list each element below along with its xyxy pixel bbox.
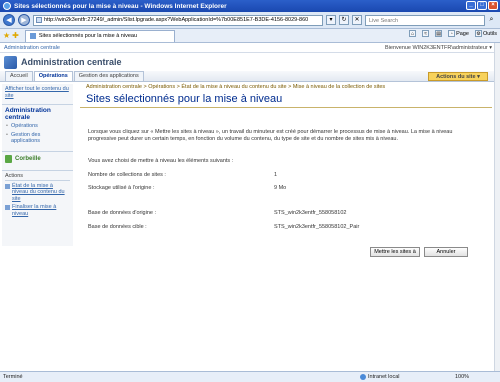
add-favorites-icon[interactable]: ✚ — [12, 31, 19, 40]
zoom-level[interactable]: 100% — [455, 374, 469, 380]
upgrade-sites-button[interactable]: Mettre les sites à — [370, 247, 420, 257]
status-text: Terminé — [3, 374, 23, 380]
recycle-bin-link[interactable]: Corbeille — [2, 150, 73, 166]
intranet-globe-icon — [360, 374, 366, 380]
address-url: http://win2k3entfr:27249/_admin/Slist.lp… — [43, 17, 309, 23]
print-icon: ▤ — [435, 30, 443, 37]
page-menu[interactable]: ▫ Page — [448, 30, 469, 37]
search-icon[interactable]: ⌕ — [486, 15, 497, 26]
refresh-icon[interactable]: ↻ — [339, 15, 349, 25]
action-finalize-upgrade[interactable]: Finaliser la mise à niveau — [5, 204, 70, 217]
action-upgrade-status[interactable]: État de la mise à niveau du contenu du s… — [5, 183, 70, 203]
action-finalize-upgrade-label: Finaliser la mise à niveau — [12, 204, 57, 217]
view-all-content-link[interactable]: Afficher tout le contenu du site — [2, 84, 73, 102]
tab-operations[interactable]: Opérations — [33, 71, 73, 81]
window-title-bar: Sites sélectionnés pour la mise à niveau… — [0, 0, 500, 12]
address-bar[interactable]: http://win2k3entfr:27249/_admin/Slist.lp… — [33, 14, 323, 26]
tab-favicon-icon — [29, 33, 36, 39]
chosen-items-label: Vous avez choisi de mettre à niveau les … — [88, 158, 234, 164]
field-value-target-database: STS_win2k3entfr_558058102_Pair — [274, 224, 360, 230]
minimize-button[interactable]: _ — [466, 1, 476, 10]
recycle-bin-icon — [5, 154, 12, 163]
actions-panel: Actions État de la mise à niveau du cont… — [2, 169, 73, 220]
search-input[interactable]: Live Search — [365, 14, 485, 26]
page-menu-icon: ▫ — [448, 30, 456, 37]
stop-icon[interactable]: ✕ — [352, 15, 362, 25]
forward-button[interactable]: ▶ — [18, 14, 30, 26]
field-value-site-collections: 1 — [274, 172, 278, 178]
sp-top-nav: Accueil Opérations Gestion des applicati… — [0, 71, 500, 82]
feeds-command[interactable]: ≈ — [422, 30, 430, 37]
tab-bar: ★ ✚ Sites sélectionnés pour la mise à ni… — [0, 29, 500, 43]
favorites-star-icon[interactable]: ★ — [3, 31, 10, 40]
tab-accueil[interactable]: Accueil — [5, 71, 33, 81]
action-upgrade-status-label: État de la mise à niveau du contenu du s… — [12, 182, 65, 202]
field-label-site-collections: Nombre de collections de sites : — [88, 172, 166, 178]
page-icon — [36, 17, 42, 23]
tools-menu-icon: ⚙ — [474, 30, 482, 37]
field-label-target-database: Base de données cible : — [88, 224, 147, 230]
site-actions-button[interactable]: Actions du site ▾ — [428, 72, 488, 81]
field-value-storage: 9 Mo — [274, 185, 287, 191]
left-navigation: Afficher tout le contenu du site Adminis… — [2, 84, 73, 246]
field-label-storage: Stockage utilisé à l'origine : — [88, 185, 155, 191]
recycle-bin-label: Corbeille — [15, 155, 41, 162]
security-zone[interactable]: Intranet local — [360, 374, 400, 380]
central-admin-logo-icon — [4, 55, 17, 69]
sp-global-bar: Administration centrale Bienvenue WIN2K3… — [0, 43, 500, 53]
security-zone-label: Intranet local — [368, 374, 400, 380]
maximize-button[interactable]: □ — [477, 1, 487, 10]
home-icon: ⌂ — [409, 30, 417, 37]
nav-section-title[interactable]: Administration centrale — [5, 107, 70, 121]
top-central-admin-link[interactable]: Administration centrale — [4, 45, 60, 51]
tools-menu-label: Outils — [482, 30, 497, 37]
title-divider — [80, 107, 492, 108]
print-command[interactable]: ▤ — [435, 30, 443, 37]
browser-tab[interactable]: Sites sélectionnés pour la mise à niveau — [24, 29, 175, 42]
breadcrumb[interactable]: Administration centrale > Opérations > É… — [86, 84, 491, 90]
status-bar: Terminé Intranet local 100% — [0, 371, 500, 382]
nav-link-operations[interactable]: Opérations — [5, 123, 70, 130]
tools-menu[interactable]: ⚙ Outils — [474, 30, 497, 37]
tab-label: Sites sélectionnés pour la mise à niveau — [38, 33, 138, 39]
address-toolbar: ◀ ▶ http://win2k3entfr:27249/_admin/Slis… — [0, 12, 500, 29]
welcome-menu[interactable]: Bienvenue WIN2K3ENTFR\administrateur ▾ — [385, 45, 492, 51]
field-label-source-database: Base de données d'origine : — [88, 210, 157, 216]
actions-title: Actions — [5, 173, 70, 181]
window-title: Sites sélectionnés pour la mise à niveau… — [14, 2, 227, 10]
nav-link-gestion-applications[interactable]: Gestion des applications — [5, 132, 70, 145]
home-command[interactable]: ⌂ — [409, 30, 417, 37]
dropdown-icon[interactable]: ▾ — [326, 15, 336, 25]
tab-gestion-applications[interactable]: Gestion des applications — [73, 71, 144, 81]
back-button[interactable]: ◀ — [3, 14, 15, 26]
site-title[interactable]: Administration centrale — [21, 57, 122, 67]
action-icon — [5, 205, 10, 210]
nav-section: Administration centrale Opérations Gesti… — [2, 104, 73, 147]
action-icon — [5, 183, 10, 189]
description-text: Lorsque vous cliquez sur « Mettre les si… — [88, 129, 453, 142]
page-title: Sites sélectionnés pour la mise à niveau — [86, 93, 283, 105]
ie-logo-icon — [3, 2, 11, 10]
page-menu-label: Page — [456, 30, 469, 37]
close-button[interactable]: × — [488, 1, 498, 10]
feeds-icon: ≈ — [422, 30, 430, 37]
sp-header: Administration centrale — [0, 53, 500, 71]
field-value-source-database: STS_win2k3entfr_558058102 — [274, 210, 347, 216]
vertical-scrollbar[interactable] — [494, 43, 500, 371]
cancel-button[interactable]: Annuler — [424, 247, 468, 257]
